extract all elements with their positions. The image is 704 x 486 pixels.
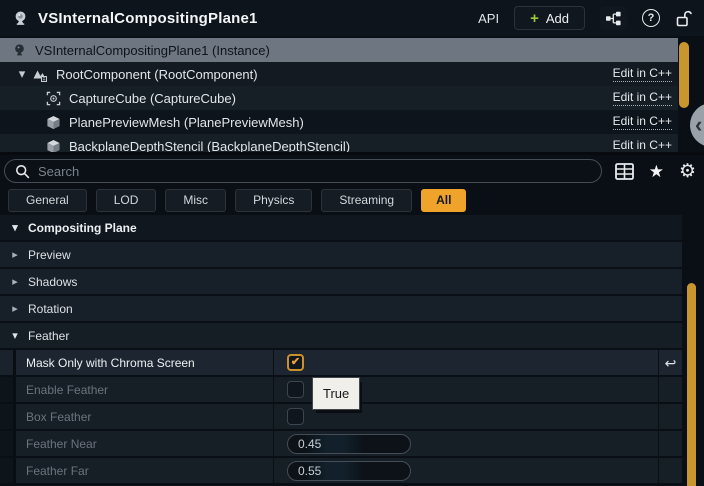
caret-down-icon: ▾ (9, 221, 21, 234)
edit-in-cpp-link[interactable]: Edit in C++ (613, 90, 672, 106)
edit-in-cpp-link[interactable]: Edit in C++ (613, 114, 672, 130)
mask-only-checkbox[interactable]: ✔ (287, 354, 304, 371)
search-box[interactable] (4, 159, 602, 183)
tab-streaming[interactable]: Streaming (321, 189, 412, 212)
chevron-left-icon: ‹ (695, 112, 702, 138)
tab-misc[interactable]: Misc (165, 189, 226, 212)
api-button[interactable]: API (478, 11, 499, 26)
property-label: Box Feather (16, 404, 273, 429)
enable-feather-checkbox[interactable] (287, 381, 304, 398)
search-input[interactable] (38, 164, 591, 179)
panel-expand-handle[interactable]: ‹ (690, 103, 704, 147)
property-label: Enable Feather (16, 377, 273, 402)
property-row-feather-far: Feather Far (0, 458, 682, 483)
unlocked-icon[interactable] (675, 9, 692, 27)
feather-near-input[interactable] (287, 434, 411, 454)
property-row-feather-near: Feather Near (0, 431, 682, 456)
caret-right-icon: ▸ (9, 275, 21, 288)
static-mesh-icon (46, 115, 61, 130)
tree-row-capture-cube[interactable]: CaptureCube (CaptureCube) Edit in C++ (0, 86, 678, 110)
caret-right-icon: ▸ (9, 302, 21, 315)
static-mesh-icon (46, 139, 61, 153)
check-icon: ✔ (291, 357, 300, 368)
panel-title: VSInternalCompositingPlane1 (38, 10, 258, 27)
tree-row-label: CaptureCube (CaptureCube) (69, 91, 236, 106)
add-button[interactable]: + Add (514, 6, 585, 30)
node-graph-icon (605, 11, 622, 26)
property-label: Feather Near (16, 431, 273, 456)
capture-cube-icon (46, 91, 61, 106)
settings-gear-icon[interactable]: ⚙ (679, 162, 696, 181)
details-property-list: ▾ Compositing Plane ▸ Preview ▸ Shadows … (0, 215, 704, 483)
actor-camera-icon (12, 10, 29, 27)
expander-caret-down-icon[interactable]: ▾ (16, 66, 28, 82)
reset-to-default-icon[interactable]: ↩ (665, 356, 677, 370)
edit-in-cpp-link[interactable]: Edit in C++ (613, 138, 672, 152)
tree-row-backplane-depth-stencil[interactable]: BackplaneDepthStencil (BackplaneDepthSte… (0, 134, 678, 152)
category-preview[interactable]: ▸ Preview (0, 242, 682, 267)
favorites-star-icon[interactable]: ★ (649, 163, 664, 180)
tree-scrollbar[interactable] (679, 42, 689, 108)
help-icon[interactable]: ? (642, 9, 660, 27)
tree-row-label: BackplaneDepthStencil (BackplaneDepthSte… (69, 139, 350, 153)
tab-general[interactable]: General (8, 189, 87, 212)
plus-icon: + (530, 11, 539, 26)
actor-camera-icon (12, 43, 27, 58)
category-rotation[interactable]: ▸ Rotation (0, 296, 682, 321)
details-panel-header: VSInternalCompositingPlane1 API + Add ? (0, 0, 704, 36)
category-feather[interactable]: ▾ Feather (0, 323, 682, 348)
caret-down-icon: ▾ (9, 329, 21, 342)
root-component-icon (32, 67, 48, 82)
value-tooltip: True (313, 378, 359, 409)
filter-tabs: General LOD Misc Physics Streaming All (0, 187, 704, 213)
tree-row-label: VSInternalCompositingPlane1 (Instance) (35, 43, 270, 58)
property-label: Feather Far (16, 458, 273, 483)
tree-row-root-component[interactable]: ▾ RootComponent (RootComponent) Edit in … (0, 62, 678, 86)
tree-row-plane-preview-mesh[interactable]: PlanePreviewMesh (PlanePreviewMesh) Edit… (0, 110, 678, 134)
display-options-icon[interactable] (615, 163, 634, 180)
tree-row-label: PlanePreviewMesh (PlanePreviewMesh) (69, 115, 304, 130)
tree-row-label: RootComponent (RootComponent) (56, 67, 258, 82)
blueprint-hierarchy-button[interactable] (600, 6, 627, 30)
tab-lod[interactable]: LOD (96, 189, 157, 212)
search-icon (15, 164, 30, 179)
component-tree: VSInternalCompositingPlane1 (Instance) ▾… (0, 38, 704, 152)
details-scrollbar[interactable] (687, 283, 696, 486)
property-row-mask-only-with-chroma-screen: Mask Only with Chroma Screen ✔ ↩ (0, 350, 682, 375)
property-label: Mask Only with Chroma Screen (16, 350, 273, 375)
category-compositing-plane[interactable]: ▾ Compositing Plane (0, 215, 682, 240)
category-shadows[interactable]: ▸ Shadows (0, 269, 682, 294)
tab-physics[interactable]: Physics (235, 189, 312, 212)
tree-row-instance[interactable]: VSInternalCompositingPlane1 (Instance) (0, 38, 678, 62)
tab-all[interactable]: All (421, 189, 466, 212)
search-row: ★ ⚙ (0, 157, 704, 185)
box-feather-checkbox[interactable] (287, 408, 304, 425)
feather-far-input[interactable] (287, 461, 411, 481)
edit-in-cpp-link[interactable]: Edit in C++ (613, 66, 672, 82)
divider (0, 152, 704, 155)
caret-right-icon: ▸ (9, 248, 21, 261)
